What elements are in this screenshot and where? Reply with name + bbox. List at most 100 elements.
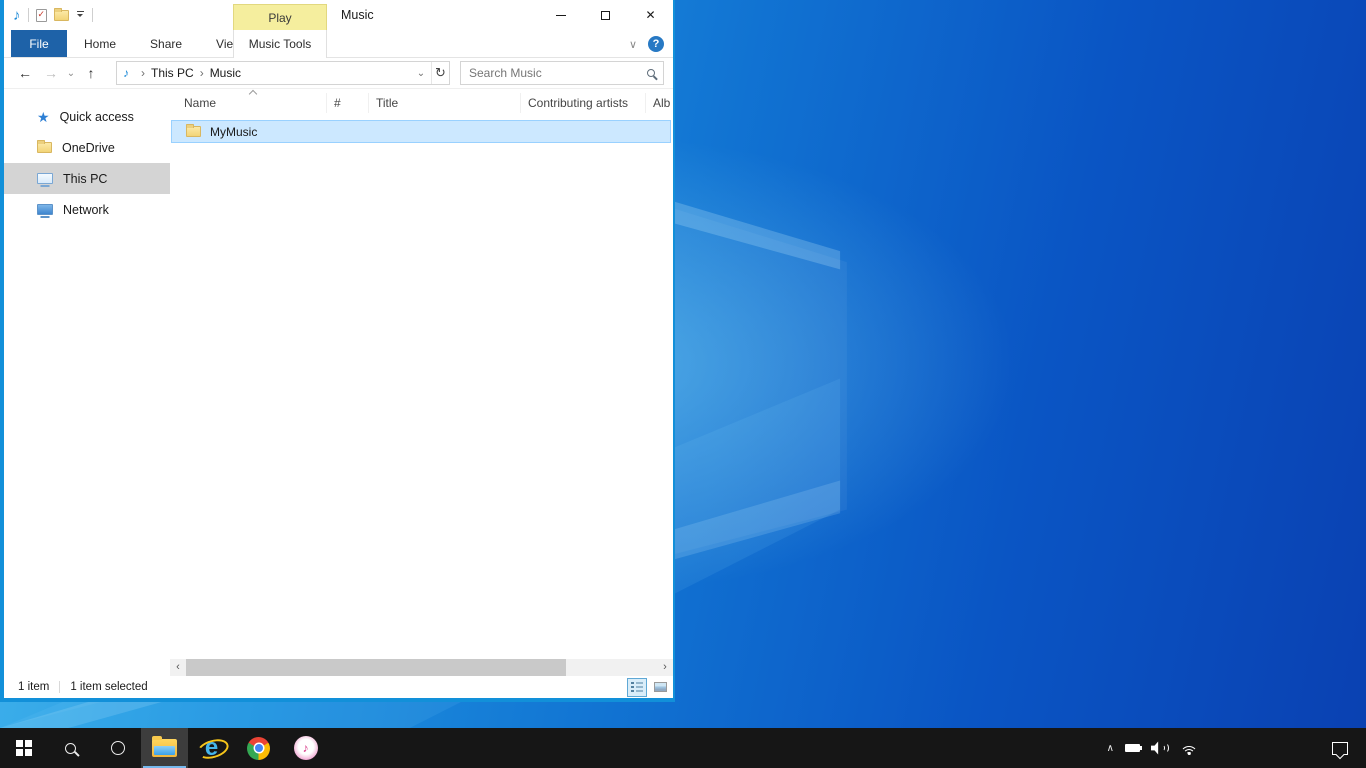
search-input[interactable] [469, 66, 647, 80]
details-view-icon [631, 682, 643, 692]
sidebar-item-this-pc[interactable]: This PC [4, 163, 170, 194]
volume-icon[interactable] [1151, 741, 1169, 755]
chrome-button[interactable] [235, 728, 282, 768]
scroll-left-arrow[interactable]: ‹ [170, 659, 186, 676]
sidebar-item-label: OneDrive [62, 141, 115, 155]
tab-music-tools[interactable]: Music Tools [233, 30, 327, 58]
minimize-button[interactable] [538, 0, 583, 30]
navigation-toolbar: ← → ⌄ ↑ ♪ › This PC › Music ⌄ ↻ [4, 58, 673, 89]
properties-button[interactable]: ✓ [36, 9, 47, 22]
battery-icon[interactable] [1125, 744, 1140, 752]
cortana-icon [111, 741, 125, 755]
sidebar-item-label: This PC [63, 172, 107, 186]
navigation-pane: ★ Quick access OneDrive This PC Network [4, 89, 170, 676]
large-icons-view-icon [654, 682, 667, 692]
column-header-title[interactable]: Title [376, 96, 398, 110]
file-list-area[interactable]: Name # Title Contributing artists Alb My… [170, 89, 673, 676]
column-header-name[interactable]: Name [184, 96, 216, 110]
breadcrumb-music[interactable]: Music [210, 66, 241, 80]
window-title: Music [341, 0, 374, 30]
location-music-icon: ♪ [117, 66, 135, 80]
taskbar-search-button[interactable] [47, 728, 94, 768]
file-explorer-window: ♪ ✓ Play Music ✕ File Home Share View Mu… [0, 0, 675, 702]
quick-access-toolbar: ♪ ✓ [4, 8, 93, 23]
internet-explorer-button[interactable]: e [188, 728, 235, 768]
search-icon [65, 743, 76, 754]
address-dropdown-chevron[interactable]: ⌄ [411, 68, 431, 79]
chrome-icon [247, 737, 270, 760]
column-divider[interactable] [368, 93, 369, 113]
forward-button[interactable]: → [38, 65, 64, 81]
sidebar-item-quick-access[interactable]: ★ Quick access [4, 101, 170, 132]
onedrive-folder-icon [37, 142, 52, 153]
file-row-mymusic[interactable]: MyMusic [171, 120, 671, 143]
new-folder-button[interactable] [54, 10, 69, 21]
breadcrumb-this-pc[interactable]: This PC [151, 66, 194, 80]
column-headers: Name # Title Contributing artists Alb [170, 89, 673, 117]
file-explorer-icon [152, 739, 177, 757]
sidebar-item-label: Quick access [60, 110, 134, 124]
close-button[interactable]: ✕ [628, 0, 673, 30]
maximize-button[interactable] [583, 0, 628, 30]
item-count: 1 item [18, 681, 49, 693]
divider [59, 681, 60, 693]
window-music-icon[interactable]: ♪ [13, 8, 21, 23]
wifi-icon[interactable] [1180, 742, 1198, 755]
back-button[interactable]: ← [12, 65, 38, 81]
explorer-main: ★ Quick access OneDrive This PC Network … [4, 89, 673, 676]
network-icon [37, 204, 53, 215]
itunes-button[interactable]: ♪ [282, 728, 329, 768]
breadcrumb-chevron-icon[interactable]: › [194, 66, 210, 80]
scrollbar-track[interactable] [186, 659, 657, 676]
tab-home[interactable]: Home [67, 30, 133, 57]
taskbar: e ♪ ∧ [0, 728, 1366, 768]
check-icon: ✓ [38, 9, 46, 20]
recent-locations-chevron[interactable]: ⌄ [64, 68, 78, 79]
maximize-icon [601, 11, 610, 20]
system-tray: ∧ [1107, 741, 1366, 755]
quick-access-star-icon: ★ [37, 110, 50, 124]
action-center-button[interactable] [1332, 742, 1348, 755]
itunes-icon: ♪ [294, 736, 318, 760]
cortana-button[interactable] [94, 728, 141, 768]
up-button[interactable]: ↑ [78, 65, 104, 81]
customize-qat-button[interactable] [76, 11, 85, 20]
column-header-album[interactable]: Alb [653, 96, 670, 110]
ribbon-tabs: File Home Share View Music Tools ∨ ? [4, 30, 673, 58]
ribbon-right-controls: ∨ ? [629, 30, 664, 58]
show-hidden-icons-button[interactable]: ∧ [1107, 743, 1114, 754]
taskbar-file-explorer-button[interactable] [141, 728, 188, 768]
large-icons-view-button[interactable] [650, 678, 670, 697]
sidebar-item-label: Network [63, 203, 109, 217]
expand-ribbon-chevron-icon[interactable]: ∨ [629, 38, 637, 51]
tab-share[interactable]: Share [133, 30, 199, 57]
scrollbar-thumb[interactable] [186, 659, 566, 676]
divider [92, 8, 93, 22]
minimize-icon [556, 15, 566, 16]
column-header-contributing-artists[interactable]: Contributing artists [528, 96, 628, 110]
folder-icon [186, 126, 201, 137]
column-divider[interactable] [645, 93, 646, 113]
details-view-button[interactable] [627, 678, 647, 697]
search-box[interactable] [460, 61, 664, 85]
start-button[interactable] [0, 728, 47, 768]
horizontal-scrollbar[interactable]: ‹ › [170, 659, 673, 676]
caption-buttons: ✕ [538, 0, 673, 30]
tab-file[interactable]: File [11, 30, 67, 57]
sidebar-item-onedrive[interactable]: OneDrive [4, 132, 170, 163]
column-header-number[interactable]: # [334, 96, 341, 110]
sidebar-item-network[interactable]: Network [4, 194, 170, 225]
title-bar: ♪ ✓ Play Music ✕ [4, 0, 673, 30]
scroll-right-arrow[interactable]: › [657, 659, 673, 676]
column-divider[interactable] [520, 93, 521, 113]
file-name: MyMusic [210, 125, 257, 139]
help-button[interactable]: ? [648, 36, 664, 52]
sort-ascending-icon [249, 90, 257, 98]
breadcrumb-chevron-icon[interactable]: › [135, 66, 151, 80]
address-bar[interactable]: ♪ › This PC › Music ⌄ ↻ [116, 61, 450, 85]
divider [28, 8, 29, 22]
column-divider[interactable] [326, 93, 327, 113]
contextual-group-play[interactable]: Play [233, 4, 327, 30]
refresh-button[interactable]: ↻ [431, 62, 449, 84]
search-icon[interactable] [647, 69, 655, 77]
